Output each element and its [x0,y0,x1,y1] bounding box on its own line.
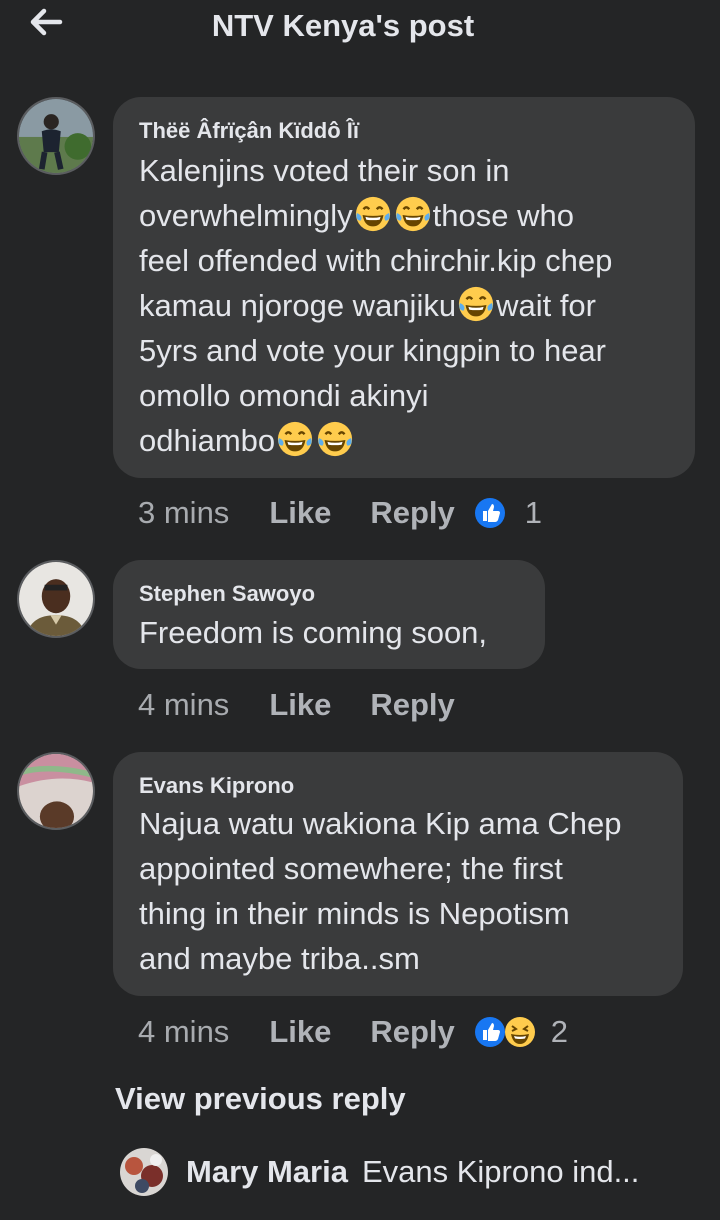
comment-segment: overwhelmingly [139,198,353,233]
reaction-summary[interactable] [473,496,507,530]
comment-timestamp: 4 mins [138,687,230,722]
comment-line: Freedom is coming soon, [139,615,488,650]
like-button[interactable]: Like [269,495,331,531]
reply-button[interactable]: Reply [370,687,454,723]
comment-author[interactable]: Thëë Âfrïçân Kïddô Îï [139,118,359,144]
avatar[interactable] [17,560,95,638]
comment-actions: 3 mins Like Reply 1 [138,493,542,533]
comment-line: Najua watu wakiona Kip ama Chep [139,806,622,841]
page-title: NTV Kenya's post [211,8,475,43]
avatar[interactable] [17,97,95,175]
laughing-tears-emoji-icon [316,420,354,458]
reaction-count: 2 [550,1014,569,1049]
laughing-tears-emoji-icon [457,285,495,323]
comment-segment: kamau njoroge wanjiku [139,288,457,323]
comment-line: thing in their minds is Nepotism [139,896,570,931]
comment-bubble: Thëë Âfrïçân Kïddô Îï Kalenjins voted th… [113,97,695,478]
reply-button[interactable]: Reply [370,1014,454,1050]
comment-line: overwhelmingly those who [139,193,612,238]
comment-line: kamau njoroge wanjiku wait for [139,283,612,328]
reply-button[interactable]: Reply [370,495,454,531]
comment-line: feel offended with chirchir.kip chep [139,243,613,278]
comment-line: odhiambo [139,418,612,463]
comment-author[interactable]: Evans Kiprono [139,773,294,799]
comment-author[interactable]: Stephen Sawoyo [139,581,315,607]
comment-bubble: Evans Kiprono Najua watu wakiona Kip ama… [113,752,683,996]
comment-line: omollo omondi akinyi [139,378,429,413]
like-button[interactable]: Like [269,1014,331,1050]
reaction-count: 1 [524,495,543,530]
avatar[interactable] [120,1148,168,1196]
comment-text: Najua watu wakiona Kip ama Chep appointe… [139,801,622,981]
reply-snippet: Evans Kiprono ind... [361,1154,640,1189]
reaction-summary[interactable] [473,1015,537,1049]
view-previous-reply-link[interactable]: View previous reply [115,1081,406,1117]
comment-timestamp: 3 mins [138,495,230,530]
like-button[interactable]: Like [269,687,331,723]
avatar[interactable] [17,752,95,830]
laughing-tears-emoji-icon [394,195,432,233]
reply-preview[interactable]: Mary Maria Evans Kiprono ind... [120,1147,639,1197]
comment-line: 5yrs and vote your kingpin to hear [139,333,606,368]
comment-line: Kalenjins voted their son in [139,153,510,188]
comment-timestamp: 4 mins [138,1014,230,1049]
like-reaction-icon [474,498,505,528]
comment-actions: 4 mins Like Reply 2 [138,1012,568,1052]
header-bar: NTV Kenya's post [0,0,720,60]
haha-reaction-icon [504,1017,535,1047]
comment-actions: 4 mins Like Reply [138,685,455,725]
comment-line: and maybe triba..sm [139,941,420,976]
comment-text: Freedom is coming soon, [139,610,487,655]
comment-text: Kalenjins voted their son in overwhelmin… [139,148,612,463]
reply-author[interactable]: Mary Maria [186,1154,348,1190]
comment-segment: wait for [496,288,596,323]
laughing-tears-emoji-icon [354,195,392,233]
comment-line: appointed somewhere; the first [139,851,563,886]
comment-segment: those who [432,198,574,233]
comment-bubble: Stephen Sawoyo Freedom is coming soon, [113,560,545,669]
laughing-tears-emoji-icon [276,420,314,458]
like-reaction-icon [474,1017,505,1047]
comment-segment: odhiambo [139,423,276,458]
